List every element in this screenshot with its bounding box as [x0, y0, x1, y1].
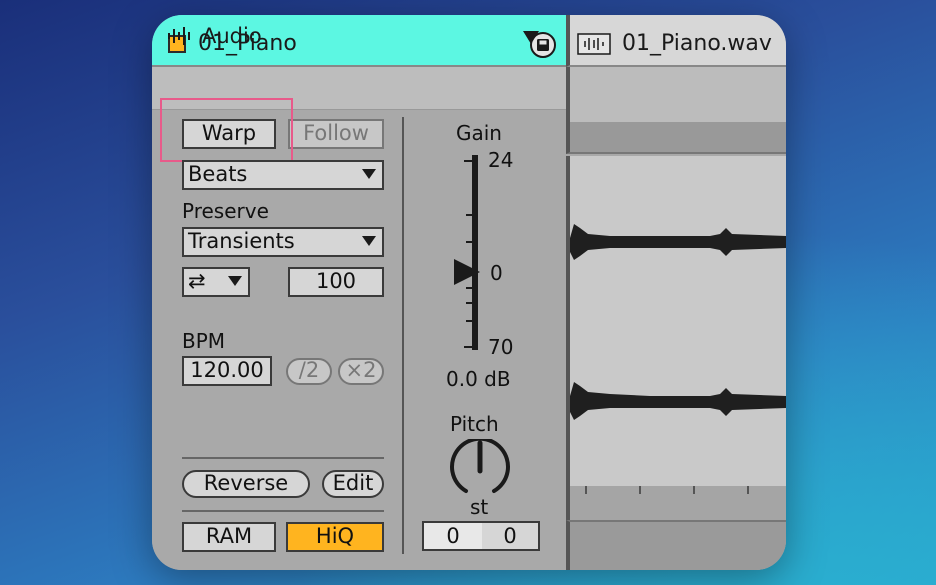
gain-label: Gain [456, 121, 502, 145]
pitch-unit-label: st [470, 495, 489, 519]
waveform-icon [168, 27, 190, 45]
waveform-graphic [570, 224, 786, 420]
preserve-dropdown[interactable]: Transients [182, 227, 384, 257]
clip-view-panel: 01_Piano Audio Warp Follow Beats Preserv… [152, 15, 786, 570]
follow-button[interactable]: Follow [288, 119, 384, 149]
sample-scroll-area[interactable] [566, 520, 786, 570]
pitch-knob[interactable] [446, 439, 514, 501]
gain-slider-handle[interactable] [452, 257, 482, 287]
sample-name[interactable]: 01_Piano.wav [622, 31, 772, 56]
pitch-cents-field[interactable]: 0 [482, 523, 538, 549]
sample-ruler-bar[interactable] [566, 122, 786, 154]
pitch-label: Pitch [450, 412, 499, 436]
sample-controls-area [566, 67, 786, 122]
audio-label: Audio [202, 24, 262, 48]
edit-button[interactable]: Edit [322, 470, 384, 498]
gain-zero-label: 0 [490, 261, 503, 285]
preserve-label: Preserve [182, 199, 269, 223]
gain-tick [466, 214, 474, 216]
divider [182, 510, 384, 512]
gain-value[interactable]: 0.0 dB [446, 367, 511, 391]
warp-highlight-box [160, 98, 293, 162]
dropdown-arrow-icon [362, 236, 376, 246]
pitch-semitones-field[interactable]: 0 [424, 523, 482, 549]
dropdown-arrow-icon [362, 169, 376, 179]
dropdown-arrow-icon [228, 276, 242, 286]
gain-tick [464, 346, 472, 348]
gain-min-label: 70 [488, 335, 514, 359]
timeline-ticks [585, 486, 749, 494]
ram-button[interactable]: RAM [182, 522, 276, 552]
warp-mode-value: Beats [188, 162, 248, 186]
sample-waveform-display[interactable] [566, 156, 786, 486]
hiq-button[interactable]: HiQ [286, 522, 384, 552]
reverse-button[interactable]: Reverse [182, 470, 310, 498]
collapse-triangle-icon[interactable] [522, 29, 540, 45]
gain-tick [466, 241, 474, 243]
divider [182, 457, 384, 459]
half-tempo-button[interactable]: /2 [286, 358, 332, 385]
warp-mode-dropdown[interactable]: Beats [182, 160, 384, 190]
bpm-label: BPM [182, 329, 226, 353]
gain-max-label: 24 [488, 148, 514, 172]
column-divider [402, 117, 404, 554]
gain-tick [464, 160, 472, 162]
gain-tick [466, 320, 474, 322]
gain-tick [466, 302, 474, 304]
pitch-fields: 0 0 [422, 521, 540, 551]
double-tempo-button[interactable]: ×2 [338, 358, 384, 385]
loop-mode-dropdown[interactable]: ⇄ [182, 267, 250, 297]
loop-mode-icon: ⇄ [188, 269, 206, 293]
transient-envelope-field[interactable]: 100 [288, 267, 384, 297]
preserve-value: Transients [188, 229, 295, 253]
gain-tick [466, 287, 474, 289]
sample-waveform-icon [577, 33, 611, 55]
bpm-field[interactable]: 120.00 [182, 356, 272, 386]
